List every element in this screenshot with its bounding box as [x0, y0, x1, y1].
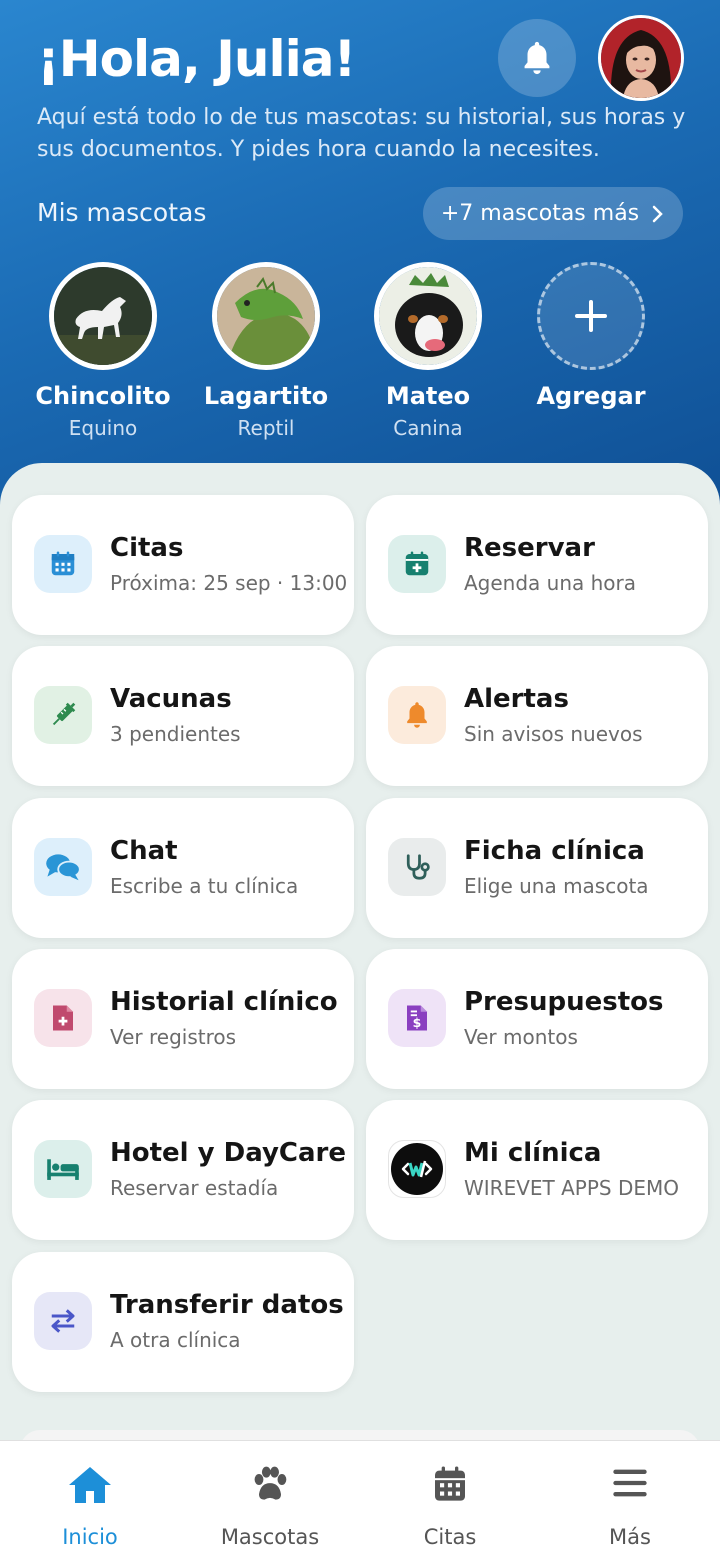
card-subtitle: Agenda una hora — [464, 571, 637, 595]
pet-mateo[interactable]: Mateo Canina — [348, 262, 508, 440]
bell-icon — [524, 41, 550, 75]
card-ficha-clinica[interactable]: Ficha clínica Elige una mascota — [366, 798, 708, 938]
calendar-plus-icon — [388, 535, 446, 593]
user-avatar[interactable] — [598, 15, 684, 101]
card-title: Vacunas — [110, 684, 232, 714]
pet-chincolito[interactable]: Chincolito Equino — [23, 262, 183, 440]
svg-text:$: $ — [413, 1015, 422, 1030]
add-pet-circle — [537, 262, 645, 370]
card-presupuestos[interactable]: $ Presupuestos Ver montos — [366, 949, 708, 1089]
card-title: Transferir datos — [110, 1290, 344, 1320]
add-pet-label: Agregar — [536, 382, 646, 410]
home-icon — [69, 1467, 111, 1503]
card-subtitle: Sin avisos nuevos — [464, 722, 643, 746]
calendar-icon — [34, 535, 92, 593]
syringe-icon — [34, 686, 92, 744]
greeting-title: ¡Hola, Julia! — [37, 30, 356, 88]
nav-inicio[interactable]: Inicio — [0, 1441, 180, 1558]
greeting-subtitle: Aquí está todo lo de tus mascotas: su hi… — [37, 105, 686, 162]
add-pet-button[interactable]: Agregar — [511, 262, 671, 410]
notifications-button[interactable] — [498, 19, 576, 97]
card-title: Historial clínico — [110, 987, 338, 1017]
card-subtitle: WIREVET APPS DEMO — [464, 1176, 679, 1200]
transfer-icon — [34, 1292, 92, 1350]
card-title: Chat — [110, 836, 178, 866]
calendar-icon — [435, 1466, 465, 1501]
card-subtitle: Ver montos — [464, 1025, 578, 1049]
card-subtitle: Escribe a tu clínica — [110, 874, 299, 898]
medical-file-icon — [34, 989, 92, 1047]
chat-icon — [34, 838, 92, 896]
card-subtitle: Elige una mascota — [464, 874, 649, 898]
card-subtitle: 3 pendientes — [110, 722, 241, 746]
card-title: Hotel y DayCare — [110, 1138, 347, 1168]
pet-photo — [374, 262, 482, 370]
nav-label: Inicio — [62, 1525, 118, 1549]
card-subtitle: A otra clínica — [110, 1328, 241, 1352]
nav-citas[interactable]: Citas — [360, 1441, 540, 1558]
card-title: Ficha clínica — [464, 836, 645, 866]
plus-icon — [575, 300, 607, 332]
nav-label: Citas — [423, 1525, 477, 1549]
card-title: Citas — [110, 533, 184, 563]
pet-species: Canina — [393, 416, 463, 440]
my-pets-label: Mis mascotas — [37, 198, 207, 227]
card-hotel-daycare[interactable]: Hotel y DayCare Reservar estadía — [12, 1100, 354, 1240]
paw-icon — [254, 1466, 287, 1500]
chevron-right-icon — [652, 205, 663, 222]
nav-mascotas[interactable]: Mascotas — [180, 1441, 360, 1558]
pet-lagartito[interactable]: Lagartito Reptil — [186, 262, 346, 440]
pet-photo — [49, 262, 157, 370]
card-historial-clinico[interactable]: Historial clínico Ver registros — [12, 949, 354, 1089]
card-subtitle: Reservar estadía — [110, 1176, 279, 1200]
menu-icon — [613, 1469, 647, 1497]
pet-name: Lagartito — [203, 382, 329, 410]
nav-mas[interactable]: Más — [540, 1441, 720, 1558]
invoice-icon: $ — [388, 989, 446, 1047]
card-title: Reservar — [464, 533, 595, 563]
card-title: Mi clínica — [464, 1138, 602, 1168]
pet-species: Equino — [68, 416, 138, 440]
clinic-logo-icon — [388, 1140, 446, 1198]
card-title: Presupuestos — [464, 987, 664, 1017]
card-title: Alertas — [464, 684, 569, 714]
nav-label: Mascotas — [220, 1525, 320, 1549]
card-vacunas[interactable]: Vacunas 3 pendientes — [12, 646, 354, 786]
card-alertas[interactable]: Alertas Sin avisos nuevos — [366, 646, 708, 786]
card-subtitle: Próxima: 25 sep · 13:00 — [110, 571, 348, 595]
pet-photo — [212, 262, 320, 370]
pet-species: Reptil — [237, 416, 295, 440]
bottom-navigation: Inicio Mascotas Citas Más — [0, 1440, 720, 1558]
card-reservar[interactable]: Reservar Agenda una hora — [366, 495, 708, 635]
card-transferir-datos[interactable]: Transferir datos A otra clínica — [12, 1252, 354, 1392]
bell-icon — [388, 686, 446, 744]
card-subtitle: Ver registros — [110, 1025, 237, 1049]
header: ¡Hola, Julia! Aquí está todo lo de tus m… — [0, 0, 720, 520]
more-pets-label: +7 mascotas más — [440, 201, 640, 226]
card-mi-clinica[interactable]: Mi clínica WIREVET APPS DEMO — [366, 1100, 708, 1240]
card-citas[interactable]: Citas Próxima: 25 sep · 13:00 — [12, 495, 354, 635]
bed-icon — [34, 1140, 92, 1198]
pet-name: Chincolito — [35, 382, 171, 410]
card-chat[interactable]: Chat Escribe a tu clínica — [12, 798, 354, 938]
pet-name: Mateo — [385, 382, 471, 410]
avatar-image — [601, 18, 681, 98]
stethoscope-icon — [388, 838, 446, 896]
more-pets-button[interactable]: +7 mascotas más — [423, 187, 683, 240]
nav-label: Más — [609, 1525, 651, 1549]
